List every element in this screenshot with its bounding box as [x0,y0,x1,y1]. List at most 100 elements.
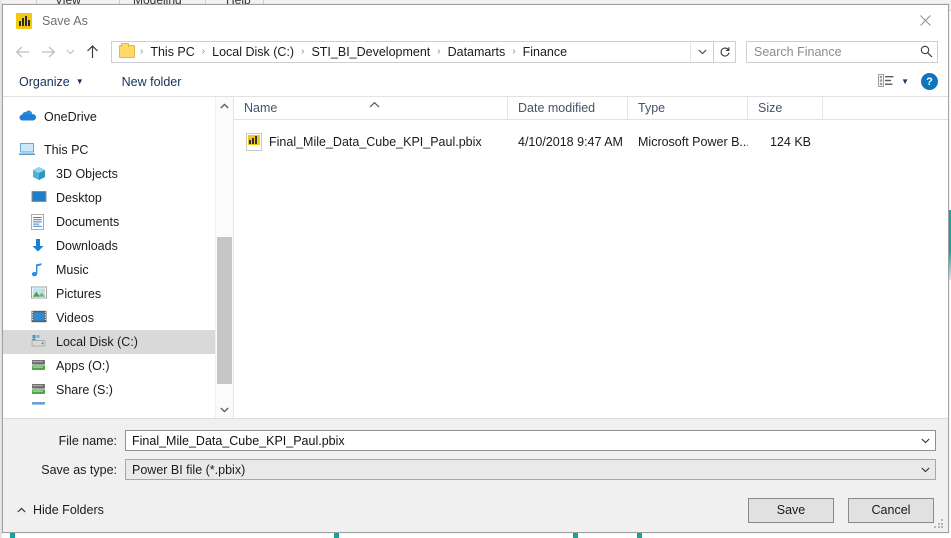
hide-folders-label: Hide Folders [33,503,104,517]
search-icon[interactable] [915,45,937,58]
breadcrumb[interactable]: › This PC › Local Disk (C:) › STI_BI_Dev… [111,40,714,63]
sidebar-item-onedrive[interactable]: OneDrive [3,105,215,129]
organize-label: Organize [19,74,70,89]
sidebar-item-label: Desktop [56,191,102,205]
onedrive-cloud-icon [19,109,37,125]
refresh-icon[interactable] [714,40,736,63]
close-icon[interactable] [903,5,948,35]
sidebar-item-desktop[interactable]: Desktop [3,186,215,210]
hide-folders-button[interactable]: Hide Folders [17,503,104,517]
column-header-size[interactable]: Size [748,96,823,120]
folder-icon [119,43,135,58]
navigation-sidebar: OneDrive This PC 3D Objects Desktop Docu… [3,97,215,418]
save-as-type-select[interactable]: Power BI file (*.pbix) [125,459,936,480]
sidebar-item-documents[interactable]: Documents [3,210,215,234]
file-name-chevron-down-icon[interactable] [915,438,935,444]
file-name-input[interactable] [126,432,915,449]
list-view-icon[interactable] [878,73,894,90]
dialog-titlebar: Save As [3,5,948,36]
arrow-left-icon[interactable] [9,39,35,65]
breadcrumb-item-sti-bi-development[interactable]: STI_BI_Development [309,45,432,59]
breadcrumb-chevron-down-icon[interactable] [690,41,713,62]
cancel-button[interactable]: Cancel [848,497,934,523]
save-as-type-chevron-down-icon[interactable] [915,467,935,473]
pbix-file-icon [246,133,262,151]
breadcrumb-separator-1: › [201,46,206,57]
column-header-type[interactable]: Type [628,96,748,120]
network-drive-icon [31,358,49,374]
sidebar-item-pictures[interactable]: Pictures [3,282,215,306]
arrow-up-icon[interactable] [79,39,105,65]
chevron-up-icon[interactable] [216,97,233,114]
sidebar-scrollbar[interactable] [215,97,233,418]
downloads-arrow-icon [31,238,49,254]
save-button[interactable]: Save [748,497,834,523]
new-folder-button[interactable]: New folder [122,75,182,89]
file-list-pane: Name Date modified Type Size Final_Mile_… [234,96,948,418]
save-form: File name: Save as type: Power BI file (… [3,418,948,488]
sidebar-item-share-s[interactable]: Share (S:) [3,378,215,402]
pictures-icon [31,286,49,302]
save-as-dialog: Save As › This PC › Local Disk (C:) › ST… [2,4,949,533]
sidebar-item-label: Apps (O:) [56,359,110,373]
chevron-down-icon[interactable] [216,401,233,418]
sidebar-item-label: Local Disk (C:) [56,335,138,349]
file-name-label: Final_Mile_Data_Cube_KPI_Paul.pbix [269,135,482,149]
breadcrumb-separator-2: › [301,46,305,57]
sidebar-item-music[interactable]: Music [3,258,215,282]
resize-grip-icon[interactable] [934,519,944,529]
column-header-name[interactable]: Name [234,96,508,120]
scrollbar-thumb[interactable] [217,237,232,384]
save-as-type-value: Power BI file (*.pbix) [132,462,246,477]
dialog-toolbar: Organize ▼ New folder ▼ ? [3,67,948,97]
documents-icon [31,214,49,230]
file-size-cell: 124 KB [769,135,811,149]
help-icon[interactable]: ? [921,73,938,90]
sidebar-item-label: Music [56,263,89,277]
view-mode-chevron-down-icon[interactable]: ▼ [901,77,909,86]
sidebar-item-label: This PC [44,143,89,157]
network-icon [31,402,49,412]
recent-locations-chevron-down-icon[interactable] [61,39,79,65]
dialog-body: OneDrive This PC 3D Objects Desktop Docu… [3,96,948,418]
dialog-title: Save As [42,13,88,28]
file-name-label: File name: [58,433,117,448]
this-pc-monitor-icon [19,142,37,158]
desktop-icon [31,190,49,206]
breadcrumb-item-finance[interactable]: Finance [521,45,569,59]
file-name-cell[interactable]: Final_Mile_Data_Cube_KPI_Paul.pbix [234,133,508,151]
file-type-cell: Microsoft Power B... [638,135,748,149]
3d-objects-icon [31,166,49,182]
column-header-date-modified[interactable]: Date modified [508,96,628,120]
powerbi-icon [16,12,32,29]
chevron-down-icon: ▼ [75,77,84,86]
table-row[interactable]: Final_Mile_Data_Cube_KPI_Paul.pbix 4/10/… [234,130,948,154]
file-list-rows: Final_Mile_Data_Cube_KPI_Paul.pbix 4/10/… [234,120,948,418]
view-mode-button[interactable]: ▼ [878,73,909,90]
sidebar-item-3d-objects[interactable]: 3D Objects [3,162,215,186]
search-input[interactable] [747,43,915,60]
videos-film-icon [31,310,49,326]
organize-button[interactable]: Organize ▼ [19,75,84,89]
sidebar-item-partial[interactable] [3,402,215,412]
breadcrumb-item-this-pc[interactable]: This PC [148,45,196,59]
search-box[interactable] [746,40,938,63]
breadcrumb-item-datamarts[interactable]: Datamarts [446,45,508,59]
breadcrumb-item-local-disk[interactable]: Local Disk (C:) [210,45,296,59]
sidebar-item-apps-o[interactable]: Apps (O:) [3,354,215,378]
dialog-footer: Hide Folders Save Cancel [3,488,948,532]
caret-up-icon [369,97,380,117]
sidebar-item-local-disk-c[interactable]: Local Disk (C:) [3,330,215,354]
chevron-up-icon [17,505,26,515]
breadcrumb-separator-4: › [512,46,516,57]
sidebar-item-label: 3D Objects [56,167,118,181]
sidebar-item-label: Downloads [56,239,118,253]
sidebar-item-downloads[interactable]: Downloads [3,234,215,258]
file-list-header: Name Date modified Type Size [234,96,948,120]
arrow-right-icon[interactable] [35,39,61,65]
file-name-field[interactable] [125,430,936,451]
hard-drive-icon [31,334,49,350]
sidebar-item-videos[interactable]: Videos [3,306,215,330]
sidebar-item-label: Videos [56,311,94,325]
sidebar-item-this-pc[interactable]: This PC [3,138,215,162]
